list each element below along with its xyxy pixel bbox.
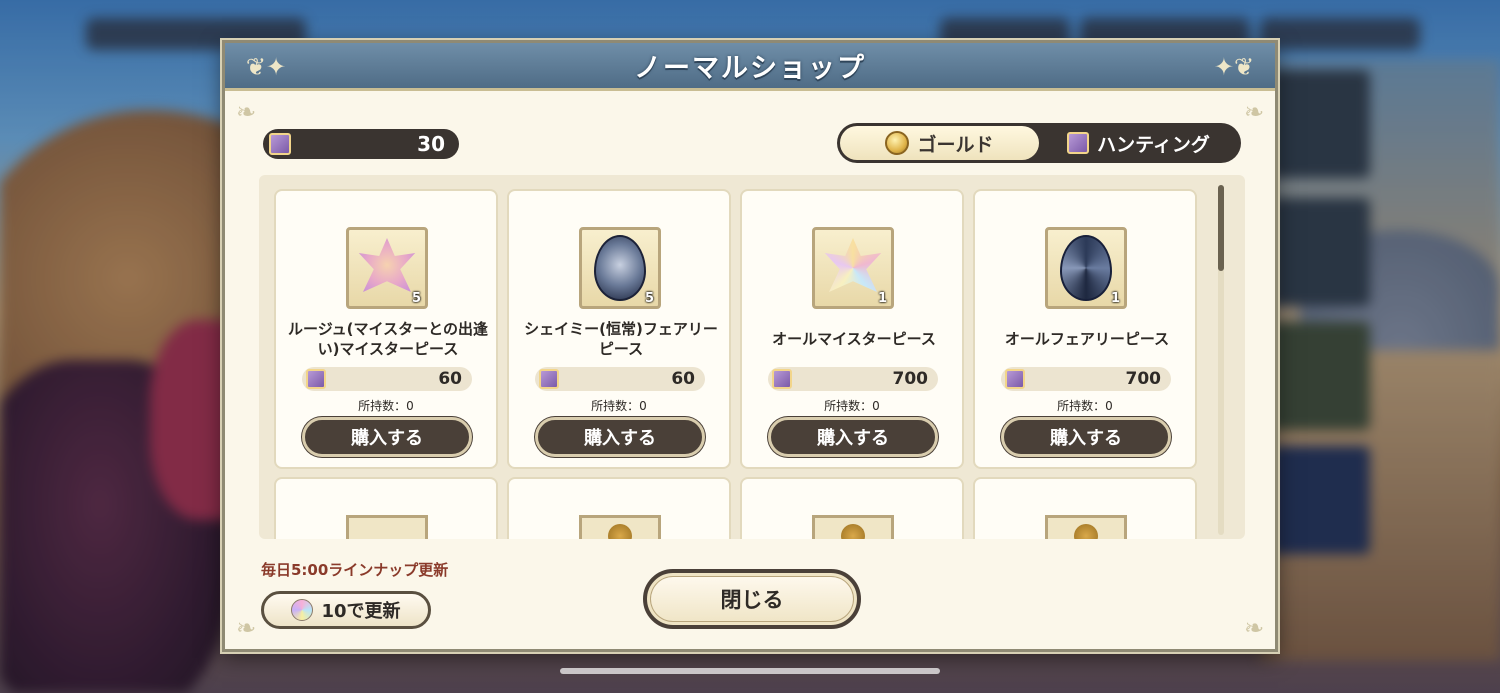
item-frame[interactable] <box>579 515 661 539</box>
left-ornament-icon: ❦✦ <box>245 53 287 81</box>
all-meister-piece-icon <box>824 238 882 292</box>
hunting-ticket-icon <box>772 369 792 389</box>
item-frame[interactable] <box>346 515 428 539</box>
gem-icon <box>291 599 314 621</box>
item-frame[interactable]: 1 <box>812 227 894 309</box>
currency-tabs: ゴールド ハンティング <box>837 123 1241 163</box>
lineup-update-note: 毎日5:00ラインナップ更新 <box>261 561 449 579</box>
shop-item-card: 5 ルージュ(マイスターとの出逢い)マイスターピース 60 所持数：0 購入する <box>274 189 498 469</box>
hunting-ticket-icon <box>1067 132 1090 154</box>
buy-button[interactable]: 購入する <box>302 417 472 457</box>
buy-button[interactable]: 購入する <box>1001 417 1171 457</box>
hunting-ticket-icon <box>1005 369 1025 389</box>
owned-count: 所持数：0 <box>1057 399 1113 413</box>
right-ornament-icon: ✦❦ <box>1213 53 1255 81</box>
corner-ornament-icon: ❧ <box>1243 98 1265 126</box>
all-fairy-piece-icon <box>1060 235 1112 301</box>
owned-count: 所持数：0 <box>358 399 414 413</box>
item-name: オールマイスターピース <box>772 330 936 348</box>
fairy-piece-icon <box>594 235 646 301</box>
item-grid[interactable]: 5 ルージュ(マイスターとの出逢い)マイスターピース 60 所持数：0 購入する… <box>259 175 1245 539</box>
item-count: 5 <box>411 291 421 306</box>
item-price: 60 <box>302 367 472 391</box>
tab-hunting[interactable]: ハンティング <box>1039 126 1238 160</box>
shop-item-card <box>507 477 731 539</box>
meister-piece-icon <box>358 238 416 292</box>
item-price: 700 <box>1001 367 1171 391</box>
dialog-title: ノーマルショップ <box>634 53 866 84</box>
scrollbar[interactable] <box>1218 185 1224 535</box>
buy-button[interactable]: 購入する <box>535 417 705 457</box>
hunting-ticket-icon <box>539 369 559 389</box>
corner-ornament-icon: ❧ <box>235 98 257 126</box>
shop-item-card: 1 オールフェアリーピース 700 所持数：0 購入する <box>973 189 1197 469</box>
item-name: シェイミー(恒常)フェアリーピース <box>524 320 718 358</box>
hunting-ticket-icon <box>269 133 291 155</box>
buy-button[interactable]: 購入する <box>768 417 938 457</box>
item-frame[interactable]: 5 <box>346 227 428 309</box>
item-frame[interactable]: 1 <box>1045 227 1127 309</box>
tab-gold[interactable]: ゴールド <box>840 126 1039 160</box>
home-indicator[interactable] <box>560 668 940 674</box>
owned-count: 所持数：0 <box>824 399 880 413</box>
shop-item-card: 5 シェイミー(恒常)フェアリーピース 60 所持数：0 購入する <box>507 189 731 469</box>
tab-hunting-label: ハンティング <box>1097 133 1210 156</box>
price-value: 60 <box>671 369 695 389</box>
shop-item-card <box>740 477 964 539</box>
item-frame[interactable] <box>1045 515 1127 539</box>
close-button[interactable]: 閉じる <box>643 569 861 629</box>
hunting-ticket-icon <box>306 369 326 389</box>
coin-icon <box>1074 524 1098 539</box>
currency-display: 30 <box>263 129 459 159</box>
currency-value: 30 <box>417 132 445 156</box>
item-name: オールフェアリーピース <box>1004 330 1170 348</box>
corner-ornament-icon: ❧ <box>1243 614 1265 642</box>
shop-item-card <box>274 477 498 539</box>
item-count: 5 <box>644 291 654 306</box>
shop-item-card <box>973 477 1197 539</box>
shop-item-card: 1 オールマイスターピース 700 所持数：0 購入する <box>740 189 964 469</box>
item-name: ルージュ(マイスターとの出逢い)マイスターピース <box>288 320 488 358</box>
coin-icon <box>608 524 632 539</box>
tab-gold-label: ゴールド <box>917 133 994 156</box>
coin-icon <box>841 524 865 539</box>
price-value: 700 <box>892 369 929 389</box>
shop-dialog: ❦✦ ノーマルショップ ✦❦ ❧ ❧ ❧ ❧ 30 ゴールド ハンティング 5 … <box>222 40 1278 652</box>
item-frame[interactable]: 5 <box>579 227 661 309</box>
refresh-button[interactable]: 10で更新 <box>261 591 431 629</box>
item-price: 700 <box>768 367 938 391</box>
dialog-header: ❦✦ ノーマルショップ ✦❦ <box>225 43 1275 91</box>
price-value: 60 <box>438 369 462 389</box>
corner-ornament-icon: ❧ <box>235 614 257 642</box>
owned-count: 所持数：0 <box>591 399 647 413</box>
item-count: 1 <box>1110 291 1120 306</box>
scroll-thumb[interactable] <box>1218 185 1224 271</box>
item-count: 1 <box>877 291 887 306</box>
price-value: 700 <box>1125 369 1162 389</box>
item-price: 60 <box>535 367 705 391</box>
refresh-label: 10で更新 <box>321 601 401 622</box>
gold-coin-icon <box>885 131 910 155</box>
item-frame[interactable] <box>812 515 894 539</box>
